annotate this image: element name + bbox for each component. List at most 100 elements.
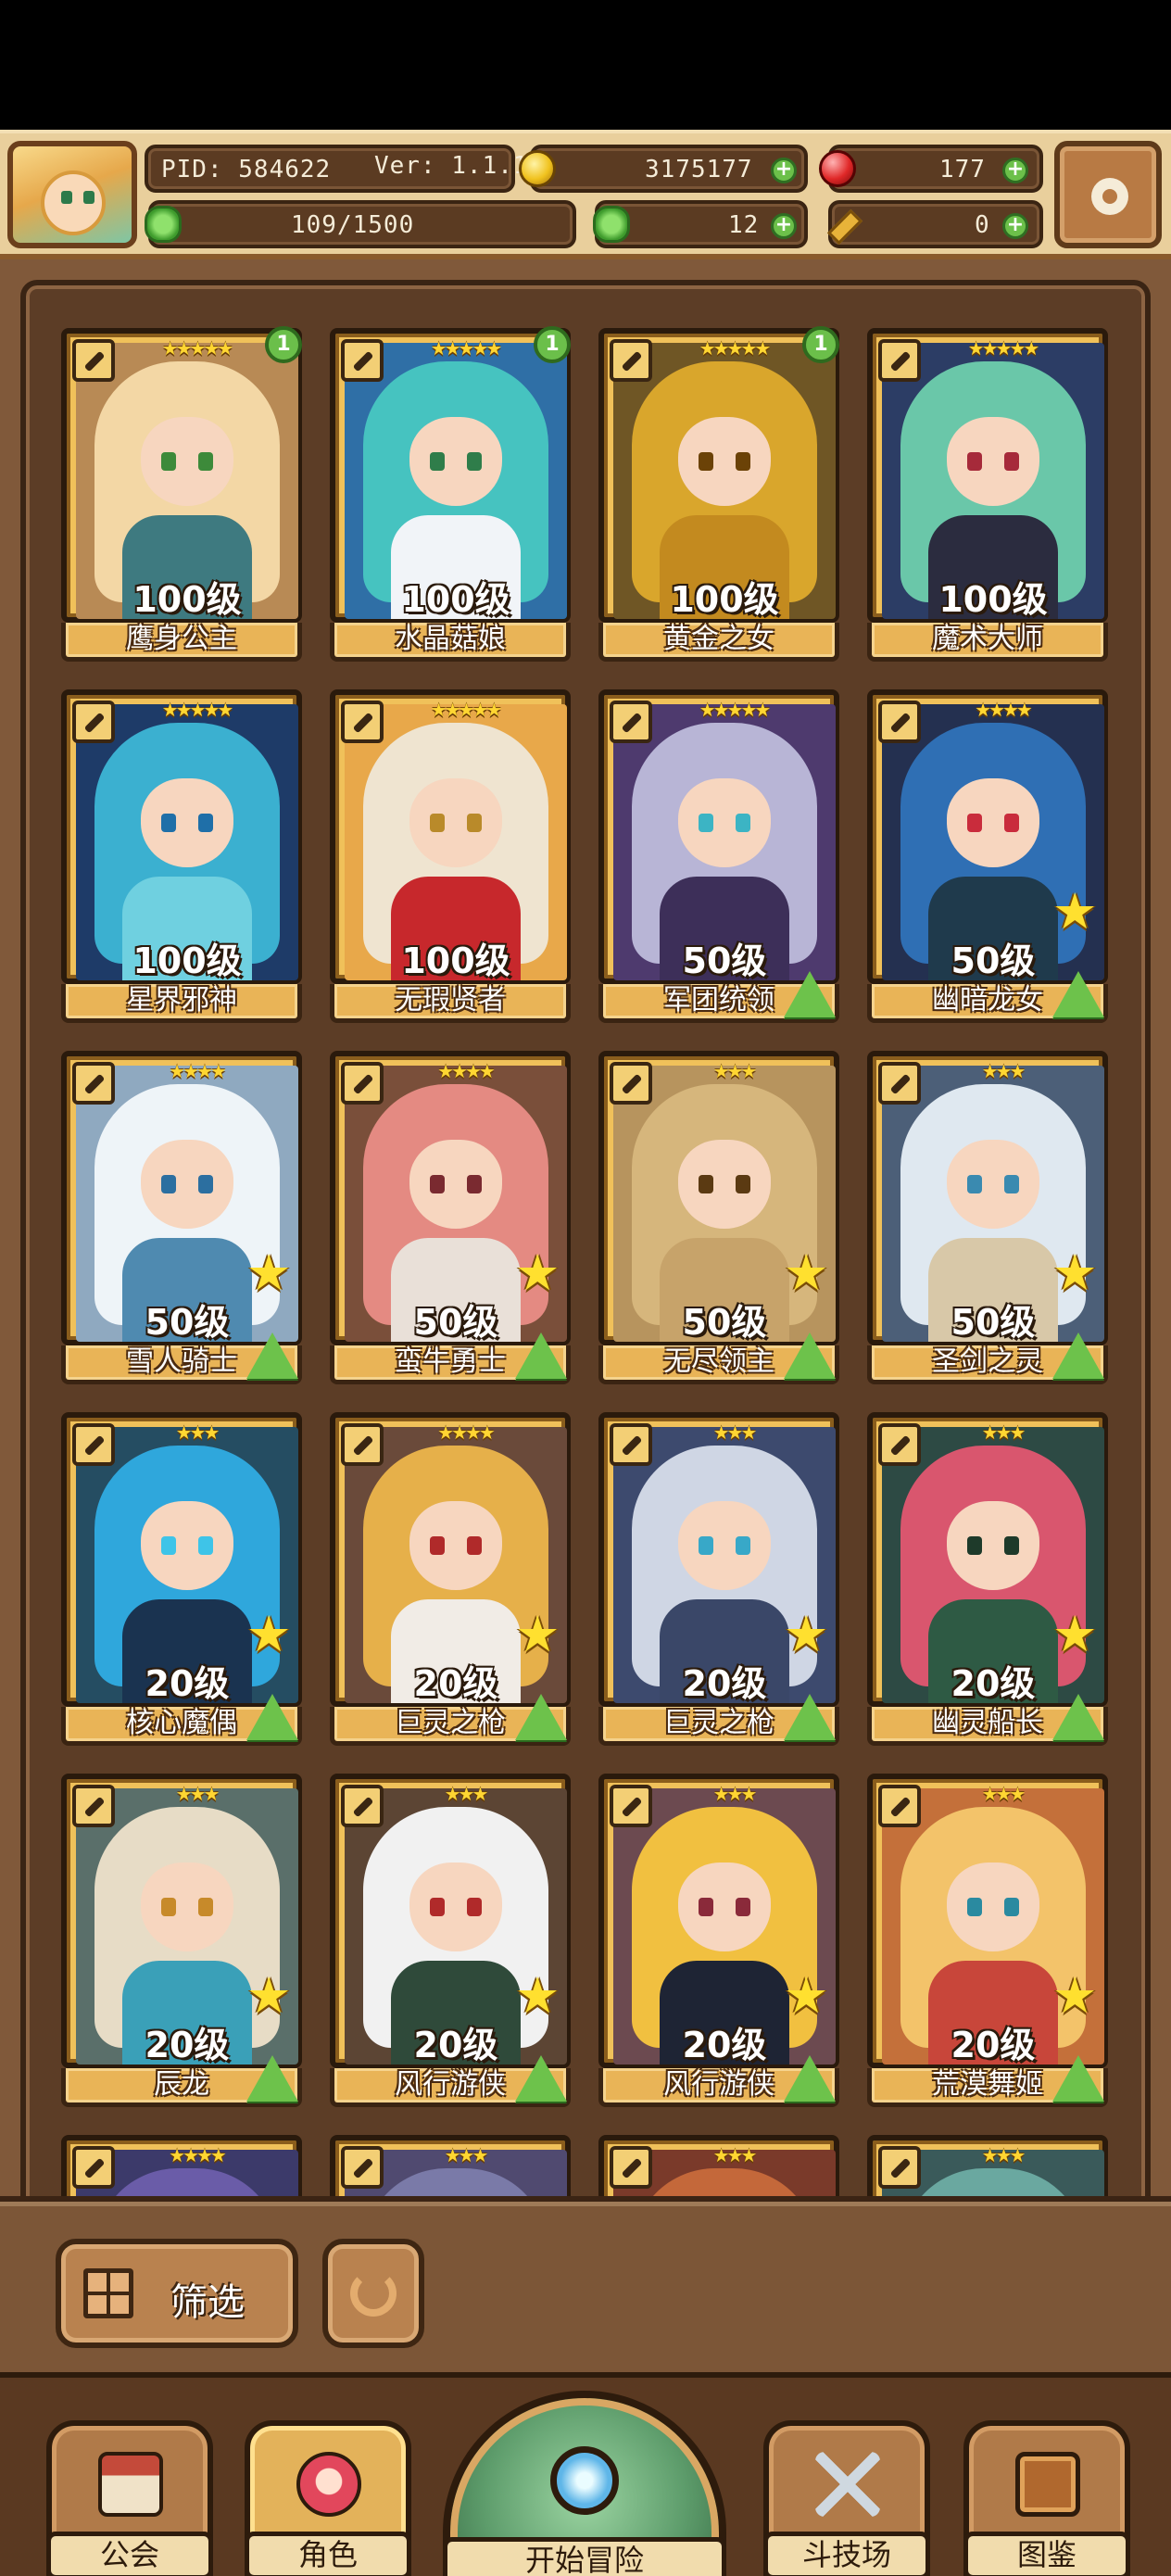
- character-card[interactable]: ★★★★★ 100级 魔术大师: [867, 328, 1108, 662]
- card-frame: ★★★★★ 100级: [61, 328, 302, 623]
- portrait-eye: [1004, 1898, 1019, 1916]
- class-weapon-icon: [610, 701, 652, 743]
- portrait-face: [141, 1863, 233, 1951]
- gem-panel: 177 +: [819, 145, 1043, 193]
- portrait-face: [409, 1501, 502, 1590]
- class-weapon-icon: [610, 1423, 652, 1466]
- character-card[interactable]: ★★★ 20级 荒漠舞姬 ★: [867, 1774, 1108, 2107]
- card-frame: ★★★★★ 50级: [598, 689, 839, 984]
- name-plate: 水晶菇娘: [330, 623, 571, 662]
- upgrade-arrow-icon: [784, 1694, 836, 1740]
- key-amount: 0: [975, 211, 990, 239]
- key-icon: [825, 206, 862, 243]
- character-card[interactable]: ★★★ 20级 风行游侠 ★: [330, 1774, 571, 2107]
- class-weapon-icon: [72, 339, 115, 382]
- class-weapon-icon: [610, 2146, 652, 2189]
- star-rating: ★★★★★: [699, 699, 772, 721]
- guild-building-icon: [98, 2452, 163, 2517]
- portrait-face: [141, 417, 233, 506]
- upgrade-star-icon: ★: [246, 1966, 292, 2025]
- filter-bar: 筛选: [0, 2196, 1171, 2372]
- portrait-eye: [1004, 452, 1019, 471]
- nav-guild[interactable]: 公会: [46, 2420, 213, 2576]
- character-card[interactable]: ★★★★★ 100级 水晶菇娘 1: [330, 326, 571, 662]
- portrait-face: [141, 1501, 233, 1590]
- notification-badge: 1: [802, 326, 839, 363]
- character-card[interactable]: ★★★★★ 100级 鹰身公主 1: [61, 326, 302, 662]
- star-rating: ★★★: [444, 2144, 489, 2166]
- portrait-eye: [967, 814, 982, 832]
- clover-amount: 12: [728, 211, 760, 239]
- portrait-face: [409, 1140, 502, 1229]
- star-rating: ★★★★★: [161, 699, 234, 721]
- character-card[interactable]: ★★★★ 50级 雪人骑士 ★: [61, 1051, 302, 1384]
- portrait-eye: [967, 1175, 982, 1193]
- portrait-eye: [198, 1175, 213, 1193]
- character-level: 100级: [132, 579, 242, 620]
- character-card[interactable]: ★★★★★ 100级 无瑕贤者: [330, 689, 571, 1023]
- refresh-button[interactable]: [322, 2239, 424, 2348]
- character-card[interactable]: ★★★★★ 100级 黄金之女 1: [598, 326, 839, 662]
- upgrade-star-icon: ★: [515, 1244, 560, 1302]
- class-weapon-icon: [72, 2146, 115, 2189]
- avatar-eye: [83, 191, 94, 204]
- character-card[interactable]: ★★★ 20级 风行游侠 ★: [598, 1774, 839, 2107]
- portrait-eye: [1004, 1536, 1019, 1555]
- gem-amount: 177: [939, 156, 986, 183]
- character-card[interactable]: ★★★★ 20级 巨灵之枪 ★: [330, 1412, 571, 1746]
- portrait-eye: [430, 452, 445, 471]
- top-header: PID: 584622 Ver: 1.1.1.8 3175177 + 177 +…: [0, 130, 1171, 259]
- book-icon: [1015, 2452, 1080, 2517]
- add-gem-button[interactable]: +: [1002, 158, 1028, 183]
- portrait-eye: [467, 452, 482, 471]
- add-gold-button[interactable]: +: [771, 158, 797, 183]
- portrait-face: [409, 417, 502, 506]
- class-weapon-icon: [341, 1785, 384, 1827]
- portrait-face: [678, 1501, 771, 1590]
- portrait-eye: [467, 1898, 482, 1916]
- nav-arena[interactable]: 斗技场: [763, 2420, 930, 2576]
- filter-button[interactable]: 筛选: [56, 2239, 298, 2348]
- star-rating: ★★★: [712, 1060, 758, 1082]
- upgrade-arrow-icon: [515, 1332, 567, 1379]
- portrait-eye: [198, 452, 213, 471]
- stamina-clover-icon: [145, 206, 182, 243]
- portrait-eye: [430, 1536, 445, 1555]
- card-frame: ★★★★★ 100级: [598, 328, 839, 623]
- character-card[interactable]: ★★★ 20级 巨灵之枪 ★: [598, 1412, 839, 1746]
- portrait-face: [947, 1863, 1039, 1951]
- character-card[interactable]: ★★★★★ 50级 军团统领: [598, 689, 839, 1023]
- portrait-eye: [430, 1898, 445, 1916]
- portrait-eye: [699, 814, 713, 832]
- character-list-panel[interactable]: ★★★★★ 100级 鹰身公主 1 ★★★★★ 100级 水晶菇娘 1 ★★★★…: [20, 280, 1151, 2216]
- system-status-bar: [0, 0, 1171, 130]
- character-card[interactable]: ★★★ 20级 辰龙 ★: [61, 1774, 302, 2107]
- version-panel: Ver: 1.1.1.8: [367, 145, 559, 193]
- upgrade-arrow-icon: [246, 1694, 298, 1740]
- character-card[interactable]: ★★★★★ 100级 星界邪神: [61, 689, 302, 1023]
- nav-characters[interactable]: 角色: [245, 2420, 411, 2576]
- player-avatar[interactable]: [7, 141, 137, 248]
- character-card[interactable]: ★★★★ 50级 幽暗龙女 ★: [867, 689, 1108, 1023]
- character-card[interactable]: ★★★ 20级 核心魔偶 ★: [61, 1412, 302, 1746]
- portrait-face: [947, 417, 1039, 506]
- stamina-panel: 109/1500: [145, 200, 576, 248]
- class-weapon-icon: [878, 339, 921, 382]
- portrait-face: [409, 778, 502, 867]
- character-card[interactable]: ★★★ 20级 幽灵船长 ★: [867, 1412, 1108, 1746]
- character-card[interactable]: ★★★ 50级 无尽领主 ★: [598, 1051, 839, 1384]
- add-clover-button[interactable]: +: [771, 213, 797, 239]
- nav-codex[interactable]: 图鉴: [963, 2420, 1130, 2576]
- character-card[interactable]: ★★★ 50级 圣剑之灵 ★: [867, 1051, 1108, 1384]
- settings-button[interactable]: [1054, 141, 1162, 248]
- portrait-eye: [467, 1175, 482, 1193]
- upgrade-arrow-icon: [1052, 971, 1104, 1017]
- character-level: 100级: [670, 579, 779, 620]
- add-key-button[interactable]: +: [1002, 213, 1028, 239]
- portrait-eye: [198, 814, 213, 832]
- character-card[interactable]: ★★★★ 50级 蛮牛勇士 ★: [330, 1051, 571, 1384]
- upgrade-arrow-icon: [1052, 1694, 1104, 1740]
- portrait-eye: [699, 1536, 713, 1555]
- name-plate: 鹰身公主: [61, 623, 302, 662]
- star-rating: ★★★: [175, 1421, 220, 1444]
